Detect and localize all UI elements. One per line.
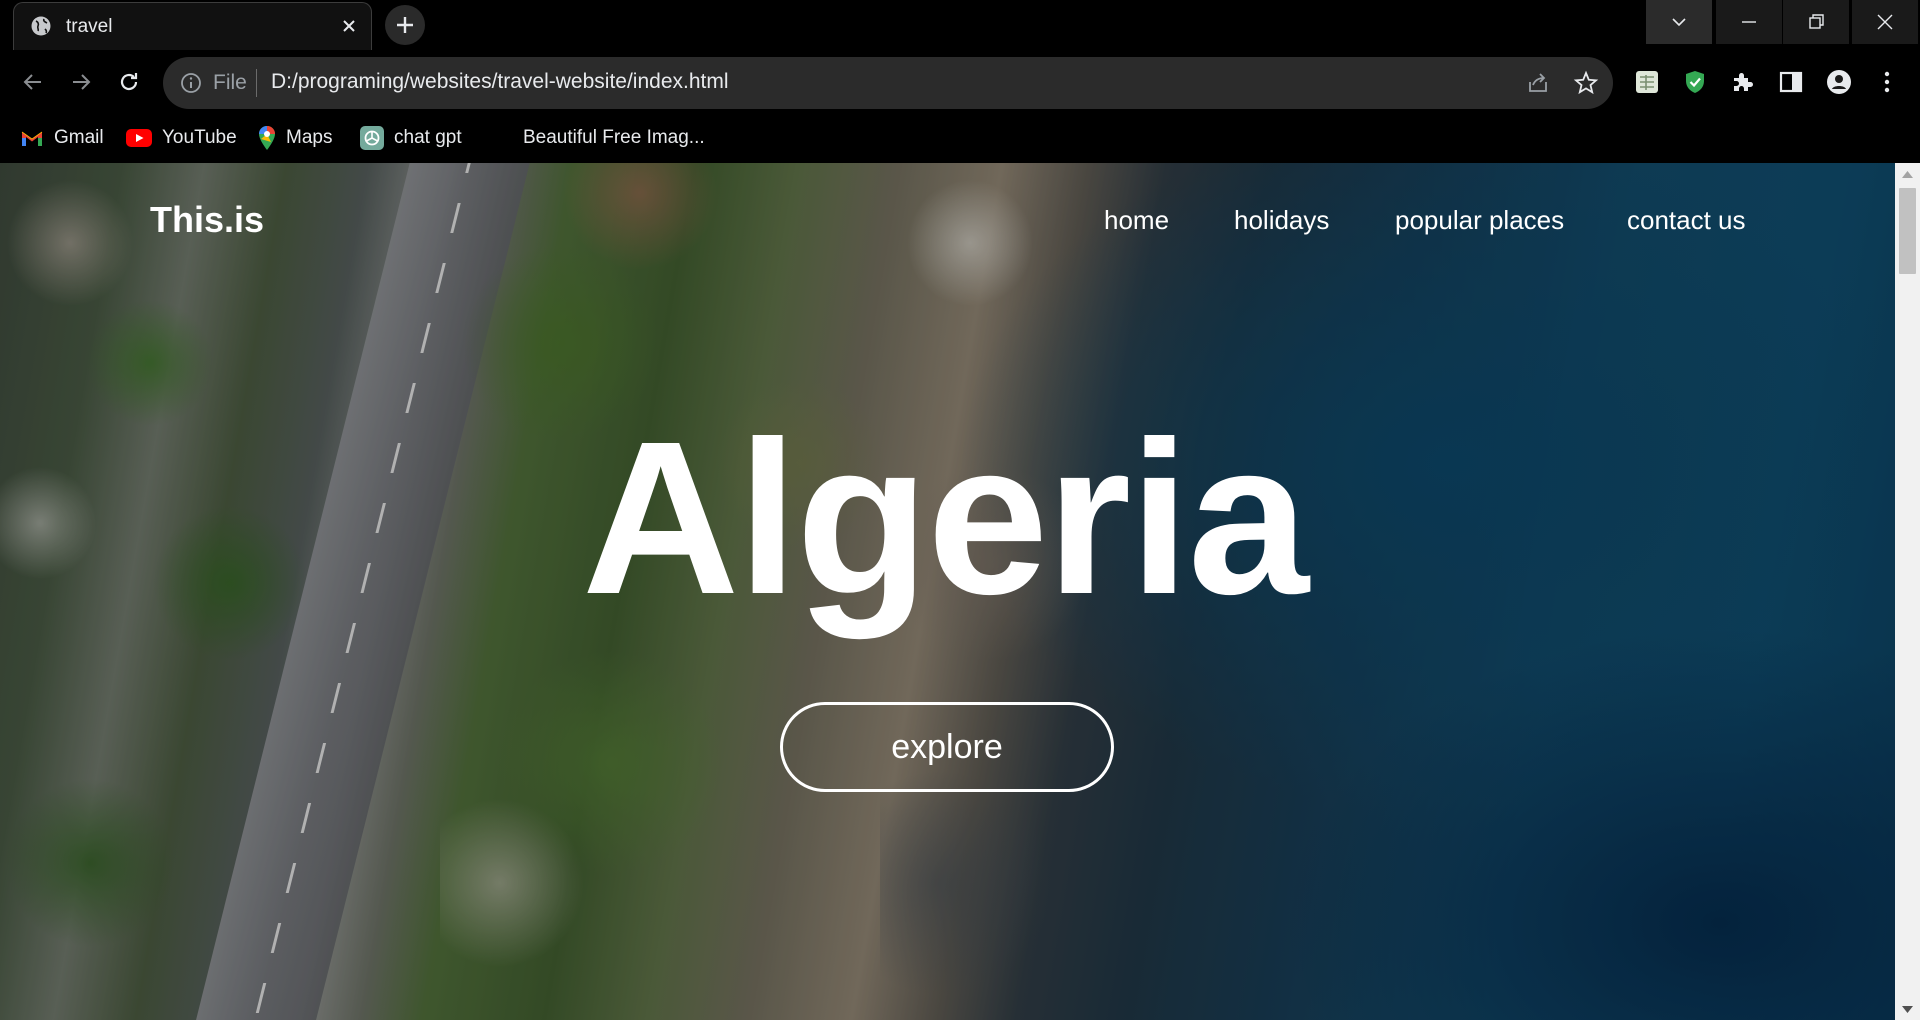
youtube-icon bbox=[126, 129, 152, 147]
bookmark-label: Gmail bbox=[54, 127, 104, 148]
page-viewport: This.is home holidays popular places con… bbox=[0, 163, 1895, 1020]
share-icon[interactable] bbox=[1525, 70, 1551, 96]
sheets-icon bbox=[1636, 71, 1658, 93]
side-panel-button[interactable] bbox=[1775, 66, 1807, 98]
close-icon bbox=[1877, 14, 1893, 30]
reload-icon bbox=[120, 73, 138, 91]
omnibox-separator bbox=[256, 69, 257, 97]
page-scrollbar[interactable] bbox=[1895, 163, 1920, 1020]
browser-tab[interactable]: travel bbox=[13, 2, 372, 50]
bookmark-label: YouTube bbox=[162, 127, 237, 148]
url-text[interactable]: D:/programing/websites/travel-website/in… bbox=[271, 70, 729, 94]
browser-toolbar: File D:/programing/websites/travel-websi… bbox=[0, 50, 1920, 114]
bookmark-label: chat gpt bbox=[394, 127, 462, 148]
hero-title-text: Algeria bbox=[581, 397, 1309, 640]
kebab-menu-icon bbox=[1884, 71, 1890, 93]
back-button[interactable] bbox=[15, 64, 51, 100]
bookmark-gmail[interactable]: Gmail bbox=[20, 124, 104, 152]
arrow-right-icon bbox=[73, 74, 91, 90]
extensions-button[interactable] bbox=[1727, 66, 1759, 98]
site-logo[interactable]: This.is bbox=[150, 199, 264, 241]
info-icon[interactable] bbox=[179, 71, 203, 95]
address-bar[interactable]: File D:/programing/websites/travel-websi… bbox=[163, 57, 1613, 109]
bookmark-free-images[interactable]: Beautiful Free Imag... bbox=[523, 124, 705, 152]
arrow-left-icon bbox=[23, 74, 41, 90]
nav-link-popular-places[interactable]: popular places bbox=[1395, 205, 1564, 236]
tab-strip: travel bbox=[0, 0, 1920, 50]
globe-icon bbox=[31, 16, 51, 36]
new-tab-button[interactable] bbox=[385, 5, 425, 45]
shield-check-icon bbox=[1686, 71, 1704, 93]
minimize-button[interactable] bbox=[1716, 0, 1782, 44]
chevron-down-icon bbox=[1672, 18, 1686, 27]
shield-extension[interactable] bbox=[1679, 66, 1711, 98]
chatgpt-icon bbox=[360, 126, 384, 150]
nav-link-holidays[interactable]: holidays bbox=[1234, 205, 1329, 236]
bookmarks-bar: Gmail YouTube Maps chat gpt Beautiful Fr… bbox=[0, 114, 1920, 163]
explore-button[interactable]: explore bbox=[780, 702, 1114, 792]
bookmark-maps[interactable]: Maps bbox=[258, 124, 332, 152]
scrollbar-thumb[interactable] bbox=[1899, 188, 1916, 274]
triangle-up-icon bbox=[1902, 171, 1913, 178]
url-scheme-label: File bbox=[213, 71, 247, 94]
plus-icon bbox=[397, 17, 413, 33]
restore-icon bbox=[1809, 14, 1824, 29]
bookmark-chat-gpt[interactable]: chat gpt bbox=[360, 124, 462, 152]
nav-link-home[interactable]: home bbox=[1104, 205, 1169, 236]
profile-icon bbox=[1827, 70, 1851, 94]
star-icon[interactable] bbox=[1573, 70, 1599, 96]
restore-button[interactable] bbox=[1783, 0, 1849, 44]
bookmark-label: Beautiful Free Imag... bbox=[523, 127, 705, 148]
triangle-down-icon bbox=[1902, 1006, 1913, 1013]
close-window-button[interactable] bbox=[1852, 0, 1918, 44]
puzzle-icon bbox=[1734, 73, 1753, 91]
profile-button[interactable] bbox=[1823, 66, 1855, 98]
reload-button[interactable] bbox=[111, 64, 147, 100]
sheets-extension[interactable] bbox=[1631, 66, 1663, 98]
browser-menu-button[interactable] bbox=[1871, 66, 1903, 98]
gmail-icon bbox=[21, 131, 43, 146]
minimize-icon bbox=[1742, 21, 1756, 23]
side-panel-icon bbox=[1779, 71, 1803, 93]
browser-chrome: travel File D:/programing/websites/trave… bbox=[0, 0, 1920, 163]
forward-button[interactable] bbox=[63, 64, 99, 100]
bookmark-label: Maps bbox=[286, 127, 333, 148]
scroll-up-button[interactable] bbox=[1895, 163, 1920, 185]
hero-title: Algeria bbox=[0, 410, 1895, 628]
bookmark-youtube[interactable]: YouTube bbox=[126, 124, 237, 152]
maps-icon bbox=[259, 126, 275, 150]
scroll-down-button[interactable] bbox=[1895, 998, 1920, 1020]
close-tab-icon[interactable] bbox=[338, 15, 360, 37]
tab-title: travel bbox=[66, 16, 113, 37]
tab-search-button[interactable] bbox=[1646, 0, 1712, 44]
nav-link-contact-us[interactable]: contact us bbox=[1627, 205, 1746, 236]
